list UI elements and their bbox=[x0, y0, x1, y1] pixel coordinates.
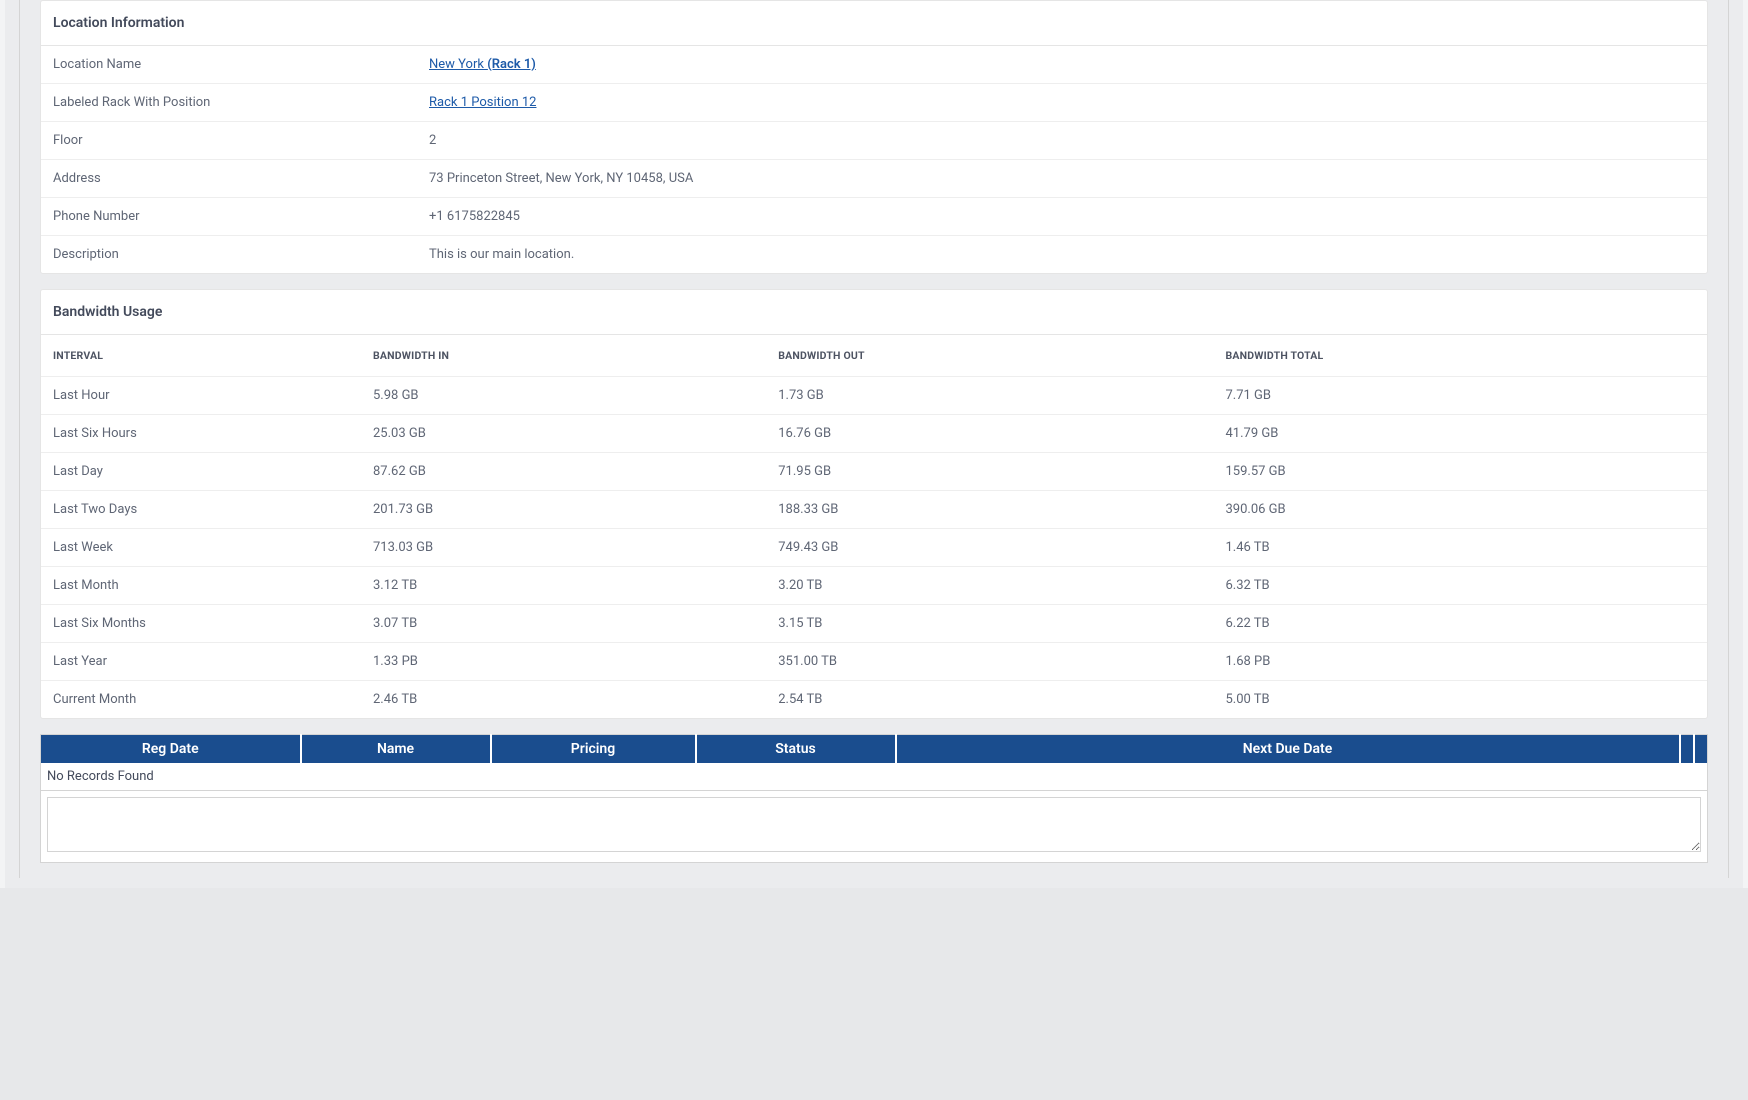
bandwidth-cell-interval: Last Year bbox=[41, 643, 361, 681]
panel-header: Location Information bbox=[41, 1, 1707, 46]
col-header-name[interactable]: Name bbox=[301, 735, 491, 764]
bandwidth-table: INTERVAL BANDWIDTH IN BANDWIDTH OUT BAND… bbox=[41, 335, 1707, 718]
notes-textarea[interactable] bbox=[47, 797, 1701, 852]
bandwidth-cell-out: 2.54 TB bbox=[766, 681, 1213, 719]
location-row: Floor 2 bbox=[41, 122, 1707, 160]
bandwidth-cell-interval: Last Hour bbox=[41, 377, 361, 415]
value-cell: New York (Rack 1) bbox=[417, 46, 1707, 84]
bandwidth-cell-total: 159.57 GB bbox=[1213, 453, 1707, 491]
location-info-table: Location Name New York (Rack 1) Labeled … bbox=[41, 46, 1707, 273]
rack-position-link[interactable]: Rack 1 Position 12 bbox=[429, 95, 536, 110]
label-cell: Location Name bbox=[41, 46, 417, 84]
value-cell: 2 bbox=[417, 122, 1707, 160]
location-name-link[interactable]: New York (Rack 1) bbox=[429, 57, 536, 72]
bandwidth-cell-interval: Last Month bbox=[41, 567, 361, 605]
bandwidth-cell-in: 87.62 GB bbox=[361, 453, 766, 491]
value-cell: This is our main location. bbox=[417, 236, 1707, 274]
bandwidth-row: Last Two Days201.73 GB188.33 GB390.06 GB bbox=[41, 491, 1707, 529]
bandwidth-row: Last Six Hours25.03 GB16.76 GB41.79 GB bbox=[41, 415, 1707, 453]
bandwidth-cell-interval: Last Six Hours bbox=[41, 415, 361, 453]
bandwidth-cell-out: 351.00 TB bbox=[766, 643, 1213, 681]
bandwidth-cell-interval: Current Month bbox=[41, 681, 361, 719]
bandwidth-row: Last Week713.03 GB749.43 GB1.46 TB bbox=[41, 529, 1707, 567]
bandwidth-cell-out: 1.73 GB bbox=[766, 377, 1213, 415]
panel-title: Bandwidth Usage bbox=[53, 304, 162, 320]
bandwidth-row: Last Year1.33 PB351.00 TB1.68 PB bbox=[41, 643, 1707, 681]
bandwidth-cell-total: 6.32 TB bbox=[1213, 567, 1707, 605]
bandwidth-cell-total: 41.79 GB bbox=[1213, 415, 1707, 453]
bandwidth-cell-in: 5.98 GB bbox=[361, 377, 766, 415]
col-header-out[interactable]: BANDWIDTH OUT bbox=[766, 335, 1213, 377]
bandwidth-row: Last Day87.62 GB71.95 GB159.57 GB bbox=[41, 453, 1707, 491]
bandwidth-cell-total: 6.22 TB bbox=[1213, 605, 1707, 643]
bandwidth-cell-out: 16.76 GB bbox=[766, 415, 1213, 453]
notes-wrap bbox=[40, 791, 1708, 863]
location-row: Labeled Rack With Position Rack 1 Positi… bbox=[41, 84, 1707, 122]
col-header-action-2[interactable] bbox=[1694, 735, 1708, 764]
panel-title: Location Information bbox=[53, 15, 184, 31]
location-row: Phone Number +1 6175822845 bbox=[41, 198, 1707, 236]
bandwidth-row: Last Month3.12 TB3.20 TB6.32 TB bbox=[41, 567, 1707, 605]
bandwidth-cell-in: 1.33 PB bbox=[361, 643, 766, 681]
col-header-in[interactable]: BANDWIDTH IN bbox=[361, 335, 766, 377]
location-row: Description This is our main location. bbox=[41, 236, 1707, 274]
bandwidth-cell-interval: Last Week bbox=[41, 529, 361, 567]
bandwidth-cell-total: 1.68 PB bbox=[1213, 643, 1707, 681]
value-cell: 73 Princeton Street, New York, NY 10458,… bbox=[417, 160, 1707, 198]
bandwidth-cell-in: 201.73 GB bbox=[361, 491, 766, 529]
bandwidth-cell-out: 749.43 GB bbox=[766, 529, 1213, 567]
location-row: Address 73 Princeton Street, New York, N… bbox=[41, 160, 1707, 198]
bandwidth-cell-interval: Last Two Days bbox=[41, 491, 361, 529]
panel-header: Bandwidth Usage bbox=[41, 290, 1707, 335]
bandwidth-cell-total: 5.00 TB bbox=[1213, 681, 1707, 719]
bandwidth-cell-interval: Last Day bbox=[41, 453, 361, 491]
bandwidth-cell-total: 1.46 TB bbox=[1213, 529, 1707, 567]
bandwidth-cell-interval: Last Six Months bbox=[41, 605, 361, 643]
bandwidth-cell-in: 25.03 GB bbox=[361, 415, 766, 453]
col-header-reg-date[interactable]: Reg Date bbox=[41, 735, 301, 764]
bandwidth-cell-total: 7.71 GB bbox=[1213, 377, 1707, 415]
bandwidth-cell-out: 3.20 TB bbox=[766, 567, 1213, 605]
col-header-next-due[interactable]: Next Due Date bbox=[896, 735, 1680, 764]
label-cell: Phone Number bbox=[41, 198, 417, 236]
bandwidth-cell-in: 713.03 GB bbox=[361, 529, 766, 567]
bandwidth-cell-in: 3.12 TB bbox=[361, 567, 766, 605]
no-records-cell: No Records Found bbox=[41, 763, 1708, 791]
table-row-empty: No Records Found bbox=[41, 763, 1708, 791]
bandwidth-usage-panel: Bandwidth Usage INTERVAL BANDWIDTH IN BA… bbox=[40, 289, 1708, 719]
label-cell: Floor bbox=[41, 122, 417, 160]
label-cell: Address bbox=[41, 160, 417, 198]
bandwidth-cell-in: 3.07 TB bbox=[361, 605, 766, 643]
col-header-status[interactable]: Status bbox=[696, 735, 896, 764]
value-cell: +1 6175822845 bbox=[417, 198, 1707, 236]
bandwidth-cell-out: 188.33 GB bbox=[766, 491, 1213, 529]
bandwidth-cell-out: 3.15 TB bbox=[766, 605, 1213, 643]
bandwidth-cell-total: 390.06 GB bbox=[1213, 491, 1707, 529]
bandwidth-row: Current Month2.46 TB2.54 TB5.00 TB bbox=[41, 681, 1707, 719]
location-info-panel: Location Information Location Name New Y… bbox=[40, 0, 1708, 274]
bandwidth-cell-out: 71.95 GB bbox=[766, 453, 1213, 491]
label-cell: Labeled Rack With Position bbox=[41, 84, 417, 122]
value-cell: Rack 1 Position 12 bbox=[417, 84, 1707, 122]
bandwidth-cell-in: 2.46 TB bbox=[361, 681, 766, 719]
col-header-pricing[interactable]: Pricing bbox=[491, 735, 696, 764]
col-header-total[interactable]: BANDWIDTH TOTAL bbox=[1213, 335, 1707, 377]
records-table: Reg Date Name Pricing Status Next Due Da… bbox=[40, 734, 1708, 791]
bandwidth-row: Last Six Months3.07 TB3.15 TB6.22 TB bbox=[41, 605, 1707, 643]
col-header-action-1[interactable] bbox=[1680, 735, 1694, 764]
col-header-interval[interactable]: INTERVAL bbox=[41, 335, 361, 377]
label-cell: Description bbox=[41, 236, 417, 274]
location-row: Location Name New York (Rack 1) bbox=[41, 46, 1707, 84]
bandwidth-row: Last Hour5.98 GB1.73 GB7.71 GB bbox=[41, 377, 1707, 415]
